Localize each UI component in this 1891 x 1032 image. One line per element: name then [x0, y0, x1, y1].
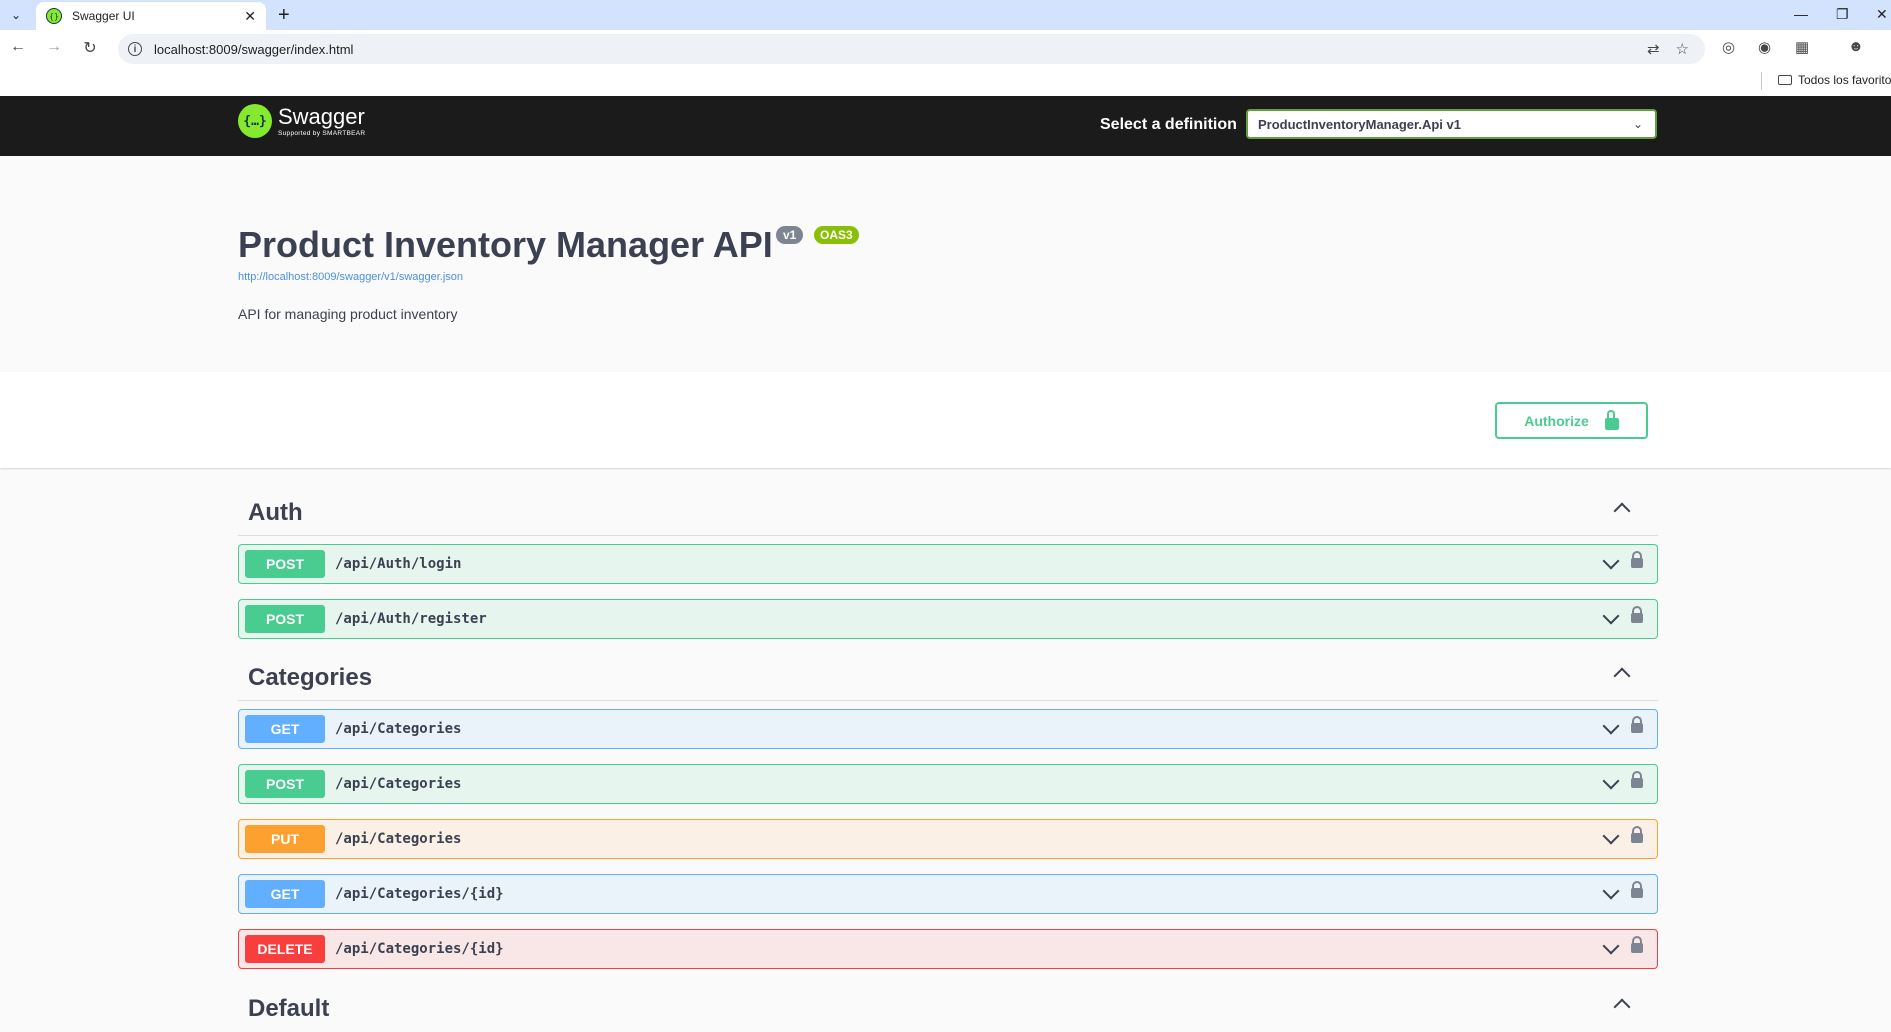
section-auth[interactable]: Auth: [238, 490, 1658, 536]
restore-icon[interactable]: ❐: [1836, 6, 1849, 23]
extensions-puzzle-icon[interactable]: ▦: [1795, 38, 1809, 56]
tab-close-icon[interactable]: ✕: [244, 8, 256, 25]
spec-url-link[interactable]: http://localhost:8009/swagger/v1/swagger…: [238, 271, 463, 283]
forward-icon[interactable]: →: [44, 38, 64, 56]
address-url[interactable]: localhost:8009/swagger/index.html: [154, 42, 1647, 57]
section-title: Default: [248, 995, 330, 1022]
api-info: Product Inventory Manager API v1 OAS3 ht…: [0, 156, 1891, 372]
oas-badge: OAS3: [814, 226, 859, 244]
chevron-down-icon: ⌄: [1632, 117, 1643, 131]
operation-put-categories[interactable]: PUT /api/Categories: [238, 819, 1658, 859]
extension-icon[interactable]: ◎: [1722, 38, 1735, 56]
api-title: Product Inventory Manager API: [238, 224, 773, 265]
version-badge: v1: [776, 226, 804, 244]
bookmark-star-icon[interactable]: ☆: [1676, 40, 1689, 58]
method-badge: GET: [245, 880, 325, 908]
operation-post-auth-login[interactable]: POST /api/Auth/login: [238, 544, 1658, 584]
definition-label: Select a definition: [1100, 116, 1237, 133]
chevron-down-icon[interactable]: [1603, 887, 1617, 901]
swagger-topbar: {…} Swagger Supported by SMARTBEAR Selec…: [0, 96, 1891, 156]
operation-post-categories[interactable]: POST /api/Categories: [238, 764, 1658, 804]
definition-select-value: ProductInventoryManager.Api v1: [1258, 116, 1461, 132]
operation-path: /api/Categories/{id}: [335, 941, 504, 957]
lock-icon[interactable]: [1631, 936, 1643, 953]
operation-delete-category-by-id[interactable]: DELETE /api/Categories/{id}: [238, 929, 1658, 969]
chevron-down-icon[interactable]: [1603, 777, 1617, 791]
chevron-down-icon[interactable]: [1603, 612, 1617, 626]
operation-path: /api/Auth/register: [335, 611, 487, 627]
chevron-up-icon[interactable]: [1614, 996, 1628, 1010]
lock-icon[interactable]: [1631, 606, 1643, 623]
section-categories[interactable]: Categories: [238, 655, 1658, 701]
tab-search-chevron-icon[interactable]: ⌄: [6, 6, 26, 24]
api-description: API for managing product inventory: [238, 306, 458, 322]
bookmarks-divider: [1761, 72, 1762, 90]
method-badge: POST: [245, 605, 325, 633]
chevron-down-icon[interactable]: [1603, 722, 1617, 736]
bookmarks-bar: Todos los favoritos: [0, 66, 1891, 96]
method-badge: PUT: [245, 825, 325, 853]
new-tab-icon[interactable]: +: [278, 4, 290, 27]
scheme-container: Authorize: [0, 372, 1891, 468]
operation-get-categories[interactable]: GET /api/Categories: [238, 709, 1658, 749]
unlocked-icon: [1604, 409, 1619, 430]
method-badge: POST: [245, 770, 325, 798]
translate-icon[interactable]: ⇄: [1647, 40, 1660, 58]
minimize-icon[interactable]: —: [1794, 6, 1808, 22]
chevron-down-icon[interactable]: [1603, 557, 1617, 571]
definition-select[interactable]: ProductInventoryManager.Api v1 ⌄: [1246, 109, 1657, 139]
bookmark-folder-label: Todos los favoritos: [1798, 73, 1891, 87]
lock-icon[interactable]: [1631, 551, 1643, 568]
operation-path: /api/Categories: [335, 721, 462, 737]
logo-subtext: Supported by SMARTBEAR: [278, 129, 366, 137]
folder-icon: [1778, 75, 1792, 85]
operation-path: /api/Categories/{id}: [335, 886, 504, 902]
operation-path: /api/Categories: [335, 831, 462, 847]
extension-panda-icon[interactable]: ◉: [1758, 38, 1771, 56]
address-bar[interactable]: i localhost:8009/swagger/index.html ⇄ ☆: [118, 34, 1705, 64]
method-badge: DELETE: [245, 935, 325, 963]
lock-icon[interactable]: [1631, 826, 1643, 843]
swagger-logo-icon: {…}: [238, 104, 272, 138]
section-default[interactable]: Default: [238, 986, 1658, 1032]
reload-icon[interactable]: ↻: [80, 38, 100, 58]
authorize-button[interactable]: Authorize: [1495, 402, 1648, 439]
section-title: Auth: [248, 498, 303, 526]
bookmark-folder-all[interactable]: Todos los favoritos: [1778, 73, 1891, 87]
operation-get-category-by-id[interactable]: GET /api/Categories/{id}: [238, 874, 1658, 914]
operation-path: /api/Categories: [335, 776, 462, 792]
section-title: Categories: [248, 663, 373, 691]
browser-toolbar: ← → ↻ i localhost:8009/swagger/index.htm…: [0, 30, 1891, 66]
operation-post-auth-register[interactable]: POST /api/Auth/register: [238, 599, 1658, 639]
operation-path: /api/Auth/login: [335, 556, 462, 572]
swagger-favicon-icon: {}: [46, 8, 62, 24]
chevron-down-icon[interactable]: [1603, 942, 1617, 956]
browser-tab-bar: ⌄ {} Swagger UI ✕ + — ❐ ✕: [0, 0, 1891, 30]
swagger-logo[interactable]: {…} Swagger Supported by SMARTBEAR: [238, 104, 365, 138]
site-info-icon[interactable]: i: [128, 42, 142, 56]
lock-icon[interactable]: [1631, 881, 1643, 898]
method-badge: GET: [245, 715, 325, 743]
chevron-down-icon[interactable]: [1603, 832, 1617, 846]
method-badge: POST: [245, 550, 325, 578]
authorize-label: Authorize: [1524, 412, 1589, 429]
logo-text: Swagger: [278, 103, 365, 129]
tab-title: Swagger UI: [72, 9, 135, 23]
back-icon[interactable]: ←: [8, 38, 28, 56]
browser-tab[interactable]: {} Swagger UI ✕: [36, 2, 266, 30]
profile-avatar[interactable]: ☻: [1848, 38, 1864, 55]
close-window-icon[interactable]: ✕: [1876, 6, 1888, 23]
lock-icon[interactable]: [1631, 716, 1643, 733]
chevron-up-icon[interactable]: [1614, 665, 1628, 679]
chevron-up-icon[interactable]: [1614, 500, 1628, 514]
lock-icon[interactable]: [1631, 771, 1643, 788]
